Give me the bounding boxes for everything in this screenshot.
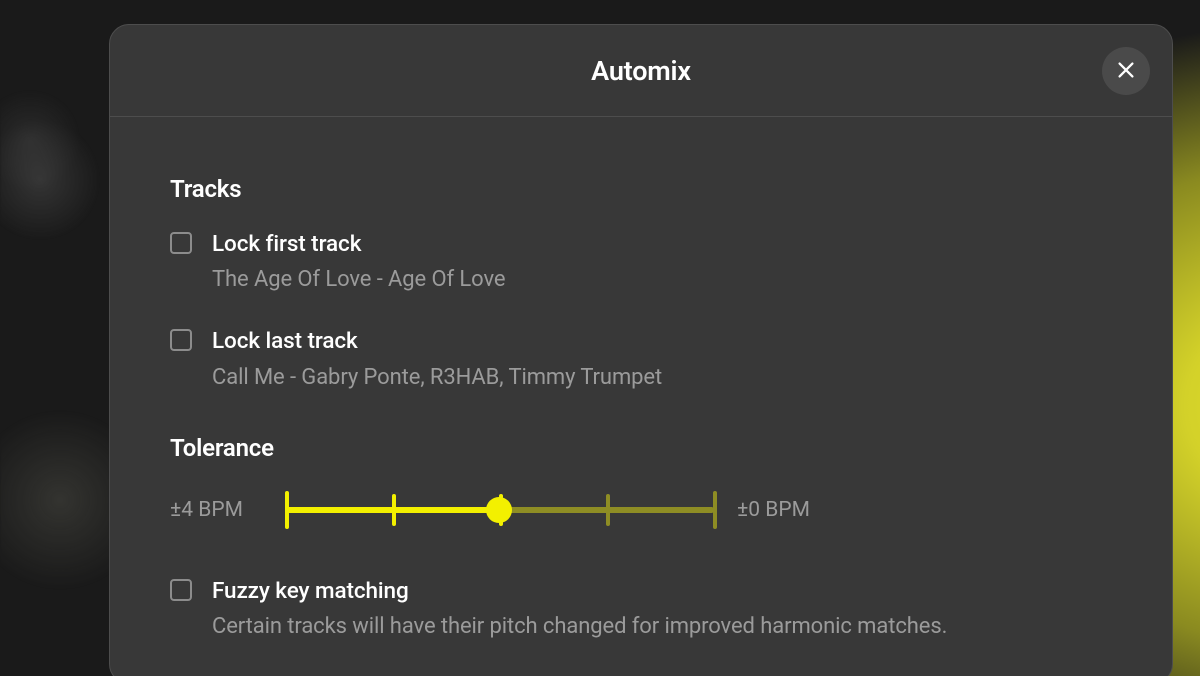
slider-max-label: ±0 BPM	[737, 498, 810, 522]
option-text: Fuzzy key matching Certain tracks will h…	[212, 576, 1112, 643]
modal-header: Automix	[110, 25, 1172, 117]
close-icon	[1115, 59, 1137, 84]
option-fuzzy-key-matching[interactable]: Fuzzy key matching Certain tracks will h…	[170, 576, 1112, 643]
option-subtext: The Age Of Love - Age Of Love	[212, 263, 1112, 296]
option-text: Lock last track Call Me - Gabry Ponte, R…	[212, 326, 1112, 393]
slider-tick	[713, 491, 717, 529]
option-subtext: Certain tracks will have their pitch cha…	[212, 610, 1112, 643]
option-lock-first-track[interactable]: Lock first track The Age Of Love - Age O…	[170, 229, 1112, 296]
bpm-tolerance-row: ±4 BPM ±0 BPM	[170, 488, 1112, 532]
close-button[interactable]	[1102, 47, 1150, 95]
slider-tick	[606, 494, 610, 526]
option-label: Lock last track	[212, 326, 1112, 356]
checkbox-lock-first-track[interactable]	[170, 232, 192, 254]
option-subtext: Call Me - Gabry Ponte, R3HAB, Timmy Trum…	[212, 361, 1112, 394]
slider-tick	[392, 494, 396, 526]
section-title-tolerance: Tolerance	[170, 434, 1112, 462]
checkbox-fuzzy-key-matching[interactable]	[170, 579, 192, 601]
automix-modal: Automix Tracks Lock first track The Age …	[109, 24, 1173, 676]
checkbox-lock-last-track[interactable]	[170, 329, 192, 351]
slider-min-label: ±4 BPM	[170, 498, 285, 522]
option-text: Lock first track The Age Of Love - Age O…	[212, 229, 1112, 296]
option-label: Fuzzy key matching	[212, 576, 1112, 606]
slider-thumb[interactable]	[486, 497, 512, 523]
background-smudge	[0, 0, 110, 676]
option-label: Lock first track	[212, 229, 1112, 259]
option-lock-last-track[interactable]: Lock last track Call Me - Gabry Ponte, R…	[170, 326, 1112, 393]
modal-title: Automix	[591, 55, 691, 87]
modal-body: Tracks Lock first track The Age Of Love …	[110, 117, 1172, 643]
slider-tick	[285, 491, 289, 529]
bpm-tolerance-slider[interactable]	[285, 490, 713, 530]
section-title-tracks: Tracks	[170, 175, 1112, 203]
